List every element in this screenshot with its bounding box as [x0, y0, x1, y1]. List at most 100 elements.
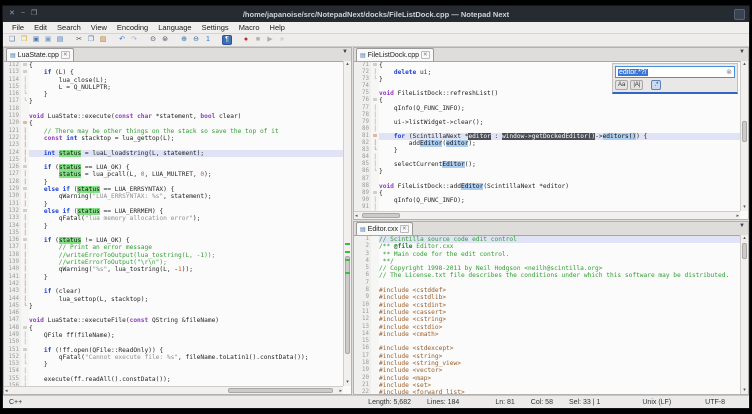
code-line-155[interactable]: 155│ execute(ff.readAll().constData());	[4, 376, 343, 383]
scroll-right-icon[interactable]: ▸	[338, 387, 343, 394]
code-line-150[interactable]: 150│	[4, 339, 343, 346]
paste-icon[interactable]: ▨	[98, 35, 108, 45]
code-line-154[interactable]: 154│	[4, 368, 343, 375]
code-line-15[interactable]: 15	[354, 338, 740, 345]
code-line-3[interactable]: 3 ** Main code for the edit control.	[354, 251, 740, 258]
left-vertical-scrollbar[interactable]: ▴ ▾	[343, 61, 351, 386]
code-line-84[interactable]: 84│	[354, 154, 740, 161]
redo-icon[interactable]: ↷	[129, 35, 139, 45]
code-line-149[interactable]: 149│ QFile ff(fileName);	[4, 332, 343, 339]
scroll-down-icon[interactable]: ▾	[741, 204, 748, 211]
code-line-118[interactable]: 118	[4, 106, 343, 113]
minimize-window-icon[interactable]: −	[21, 6, 25, 22]
scroll-down-icon[interactable]: ▾	[344, 379, 351, 386]
code-line-153[interactable]: 153└ }	[4, 361, 343, 368]
code-line-144[interactable]: 144│ lua_settop(L, stacktop);	[4, 296, 343, 303]
code-line-87[interactable]: 87	[354, 176, 740, 183]
status-language[interactable]: C++	[9, 399, 30, 406]
zoom-in-icon[interactable]: ⊕	[179, 35, 189, 45]
code-line-122[interactable]: 122│ const int stacktop = lua_gettop(L);	[4, 135, 343, 142]
code-line-13[interactable]: 13#include <cstdio>	[354, 324, 740, 331]
code-line-134[interactable]: 134│ }	[4, 223, 343, 230]
code-line-22[interactable]: 22#include <forward_list>	[354, 389, 740, 394]
code-line-133[interactable]: 133│ qFatal("lua memory allocation error…	[4, 215, 343, 222]
code-line-6[interactable]: 6// The License.txt file describes the c…	[354, 272, 740, 279]
fold-toggle-icon[interactable]: ⊟	[21, 325, 29, 332]
scroll-up-icon[interactable]: ▴	[741, 61, 748, 68]
code-line-9[interactable]: 9#include <cstdlib>	[354, 294, 740, 301]
code-line-139[interactable]: 139│ //writeErrorToOutput("\r\n");	[4, 259, 343, 266]
replace-icon[interactable]: ⊜	[160, 35, 170, 45]
right-bottom-vertical-scrollbar[interactable]: ▴ ▾	[740, 235, 748, 394]
zoom-reset-icon[interactable]: 1	[203, 35, 213, 45]
scroll-left-icon[interactable]: ◂	[4, 387, 9, 394]
code-line-126[interactable]: 126⊟ if (status == LUA_OK) {	[4, 164, 343, 171]
stop-recording-icon[interactable]: ■	[253, 35, 263, 45]
close-window-icon[interactable]: ✕	[9, 6, 15, 22]
tab-list-icon[interactable]: ▼	[737, 49, 747, 55]
code-line-129[interactable]: 129⊟ else if (status == LUA_ERRSYNTAX) {	[4, 186, 343, 193]
menu-item-macro[interactable]: Macro	[234, 23, 265, 32]
right-top-horizontal-scrollbar[interactable]: ◂ ▸	[354, 211, 740, 219]
search-input[interactable]: editor.*?/ ⊗	[615, 66, 735, 78]
tab-list-icon[interactable]: ▼	[737, 223, 747, 229]
show-all-characters-icon[interactable]: ¶	[222, 35, 232, 45]
code-line-151[interactable]: 151⊟ if (!ff.open(QFile::ReadOnly)) {	[4, 347, 343, 354]
tab-filelistdock-cpp[interactable]: ▤ FileListDock.cpp ✕	[356, 48, 434, 61]
new-file-icon[interactable]: ❏	[7, 35, 17, 45]
code-line-76[interactable]: 76⊟{	[354, 97, 740, 104]
code-line-131[interactable]: 131│ }	[4, 201, 343, 208]
code-line-128[interactable]: 128│ }	[4, 179, 343, 186]
code-line-148[interactable]: 148⊟{	[4, 325, 343, 332]
code-line-130[interactable]: 130│ qWarning("LUA_ERRSYNTAX: %s", state…	[4, 193, 343, 200]
scroll-up-icon[interactable]: ▴	[344, 61, 351, 68]
code-line-121[interactable]: 121│ // There may be other things on the…	[4, 128, 343, 135]
code-line-143[interactable]: 143│ if (clear)	[4, 288, 343, 295]
fold-toggle-icon[interactable]: ⊟	[21, 69, 29, 76]
menu-item-file[interactable]: File	[7, 23, 29, 32]
code-line-80[interactable]: 80│	[354, 126, 740, 133]
code-line-85[interactable]: 85│ selectCurrentEditor();	[354, 161, 740, 168]
luastate-editor[interactable]: 112⊟{113⊟ if (L) {114│ lua_close(L);115│…	[4, 62, 343, 386]
code-line-145[interactable]: 145└}	[4, 303, 343, 310]
scrollbar-thumb[interactable]	[742, 121, 747, 142]
code-line-81[interactable]: 81⊟ for (ScintillaNext *editor : window-…	[354, 133, 740, 140]
maximize-window-icon[interactable]: ❐	[31, 6, 37, 22]
regex-button[interactable]: .*	[651, 80, 661, 90]
playback-macro-icon[interactable]: ▶	[265, 35, 275, 45]
save-all-icon[interactable]: ▤	[55, 35, 65, 45]
copy-icon[interactable]: ❐	[86, 35, 96, 45]
code-line-14[interactable]: 14#include <cmath>	[354, 331, 740, 338]
tab-luastate-cpp[interactable]: ▤ LuaState.cpp ✕	[6, 48, 74, 61]
close-tab-icon[interactable]: ✕	[61, 51, 70, 59]
tab-list-icon[interactable]: ▼	[340, 49, 350, 55]
editor-cxx-editor[interactable]: 1// Scintilla source code edit control2/…	[354, 236, 740, 394]
code-line-8[interactable]: 8#include <cstddef>	[354, 287, 740, 294]
code-line-4[interactable]: 4 **/	[354, 258, 740, 265]
clear-search-icon[interactable]: ⊗	[726, 68, 732, 76]
code-line-127[interactable]: 127│ status = lua_pcall(L, 0, LUA_MULTRE…	[4, 171, 343, 178]
whole-word-button[interactable]: |A|	[630, 80, 643, 90]
find-icon[interactable]: ⊙	[148, 35, 158, 45]
undo-icon[interactable]: ↶	[117, 35, 127, 45]
menu-item-search[interactable]: Search	[52, 23, 86, 32]
code-line-91[interactable]: 91│	[354, 204, 740, 211]
match-case-button[interactable]: Aa	[615, 80, 628, 90]
code-line-113[interactable]: 113⊟ if (L) {	[4, 69, 343, 76]
close-tab-icon[interactable]: ✕	[421, 51, 430, 59]
scroll-right-icon[interactable]: ▸	[735, 212, 740, 219]
code-line-152[interactable]: 152│ qFatal("Cannot execute file: %s", f…	[4, 354, 343, 361]
menu-item-view[interactable]: View	[86, 23, 112, 32]
code-line-132[interactable]: 132⊟ else if (status == LUA_ERRMEM) {	[4, 208, 343, 215]
menu-item-encoding[interactable]: Encoding	[112, 23, 153, 32]
scrollbar-thumb[interactable]	[362, 213, 401, 218]
fold-toggle-icon[interactable]: ⊟	[371, 97, 379, 104]
code-line-12[interactable]: 12#include <cstring>	[354, 316, 740, 323]
close-tab-icon[interactable]: ✕	[400, 225, 409, 233]
code-line-78[interactable]: 78│	[354, 112, 740, 119]
code-line-114[interactable]: 114│ lua_close(L);	[4, 77, 343, 84]
code-line-18[interactable]: 18#include <string_view>	[354, 360, 740, 367]
scroll-up-icon[interactable]: ▴	[741, 235, 748, 242]
code-line-17[interactable]: 17#include <string>	[354, 353, 740, 360]
right-top-vertical-scrollbar[interactable]: ▴ ▾	[740, 61, 748, 211]
